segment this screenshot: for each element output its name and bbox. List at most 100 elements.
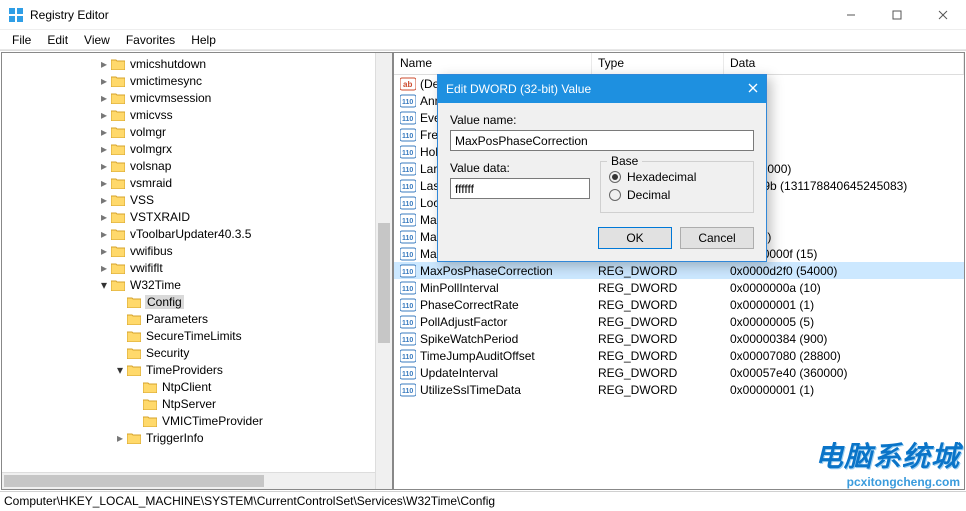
list-row[interactable]: 110MaxPosPhaseCorrectionREG_DWORD0x0000d… xyxy=(394,262,964,279)
chevron-right-icon[interactable]: ▸ xyxy=(114,431,126,445)
tree-label: vsmraid xyxy=(129,176,173,190)
menu-help[interactable]: Help xyxy=(183,31,224,49)
tree-scrollbar-h[interactable] xyxy=(2,472,375,489)
tree-node[interactable]: NtpServer xyxy=(2,395,392,412)
tree-label: vwififlt xyxy=(129,261,164,275)
chevron-right-icon[interactable]: ▸ xyxy=(98,159,110,173)
svg-text:110: 110 xyxy=(402,133,413,140)
dialog-close-icon[interactable] xyxy=(718,82,758,96)
tree-node[interactable]: ▸volmgr xyxy=(2,123,392,140)
value-data-field[interactable] xyxy=(450,178,590,199)
chevron-right-icon[interactable]: ▸ xyxy=(98,176,110,190)
tree-node[interactable]: Parameters xyxy=(2,310,392,327)
folder-icon xyxy=(126,329,142,343)
col-type[interactable]: Type xyxy=(592,53,724,74)
chevron-right-icon[interactable]: ▸ xyxy=(98,210,110,224)
tree-node[interactable]: ▸ volmgrx xyxy=(2,140,392,157)
chevron-right-icon[interactable]: ▸ xyxy=(98,261,110,275)
chevron-down-icon[interactable]: ▾ xyxy=(98,278,110,292)
list-row[interactable]: 110TimeJumpAuditOffsetREG_DWORD0x0000708… xyxy=(394,347,964,364)
tree-node[interactable]: ▸ vmicshutdown xyxy=(2,55,392,72)
tree-node[interactable]: SecureTimeLimits xyxy=(2,327,392,344)
radio-dec[interactable]: Decimal xyxy=(609,186,745,204)
tree-node[interactable]: ▸vwifibus xyxy=(2,242,392,259)
maximize-button[interactable] xyxy=(874,0,920,30)
tree-node[interactable]: ▸ vmicvmsession xyxy=(2,89,392,106)
tree-label: TimeProviders xyxy=(145,363,224,377)
list-header[interactable]: Name Type Data xyxy=(394,53,964,75)
tree-node[interactable]: ▸ vwififlt xyxy=(2,259,392,276)
tree-label: vmicvmsession xyxy=(129,91,212,105)
tree-label: Config xyxy=(145,295,184,309)
svg-text:110: 110 xyxy=(402,218,413,225)
base-groupbox: Base Hexadecimal Decimal xyxy=(600,161,754,213)
folder-icon xyxy=(142,380,158,394)
chevron-right-icon[interactable]: ▸ xyxy=(98,244,110,258)
chevron-right-icon[interactable]: ▸ xyxy=(98,91,110,105)
value-data: 0x0000d2f0 (54000) xyxy=(724,264,964,278)
menu-file[interactable]: File xyxy=(4,31,39,49)
chevron-right-icon[interactable]: ▸ xyxy=(98,57,110,71)
tree-node[interactable]: ▸vmictimesync xyxy=(2,72,392,89)
list-row[interactable]: 110UpdateIntervalREG_DWORD0x00057e40 (36… xyxy=(394,364,964,381)
value-name: TimeJumpAuditOffset xyxy=(420,349,535,363)
tree-node[interactable]: Config xyxy=(2,293,392,310)
tree-node[interactable]: ▾W32Time xyxy=(2,276,392,293)
tree-label: NtpServer xyxy=(161,397,217,411)
svg-text:110: 110 xyxy=(402,286,413,293)
tree-pane[interactable]: ▸vmicshutdown▸vmictimesync▸vmicvmsession… xyxy=(1,52,393,490)
tree-node[interactable]: ▸volsnap xyxy=(2,157,392,174)
tree-node[interactable]: ▸VSTXRAID xyxy=(2,208,392,225)
radio-hex[interactable]: Hexadecimal xyxy=(609,168,745,186)
dialog-title: Edit DWORD (32-bit) Value xyxy=(446,82,718,96)
ok-button[interactable]: OK xyxy=(598,227,672,249)
dword-value-icon: 110 xyxy=(400,93,416,109)
chevron-right-icon[interactable]: ▸ xyxy=(98,227,110,241)
value-type: REG_DWORD xyxy=(592,264,724,278)
tree-node[interactable]: ▸VSS xyxy=(2,191,392,208)
tree-node[interactable]: ▾ TimeProviders xyxy=(2,361,392,378)
tree-node[interactable]: Security xyxy=(2,344,392,361)
list-row[interactable]: 110UtilizeSslTimeDataREG_DWORD0x00000001… xyxy=(394,381,964,398)
value-name: UtilizeSslTimeData xyxy=(420,383,521,397)
svg-text:110: 110 xyxy=(402,184,413,191)
list-row[interactable]: 110PhaseCorrectRateREG_DWORD0x00000001 (… xyxy=(394,296,964,313)
cancel-button[interactable]: Cancel xyxy=(680,227,754,249)
chevron-right-icon[interactable]: ▸ xyxy=(98,74,110,88)
list-row[interactable]: 110MinPollIntervalREG_DWORD0x0000000a (1… xyxy=(394,279,964,296)
dword-value-icon: 110 xyxy=(400,229,416,245)
tree-label: vmicshutdown xyxy=(129,57,207,71)
folder-icon xyxy=(110,142,126,156)
col-data[interactable]: Data xyxy=(724,53,964,74)
tree-node[interactable]: ▸vmicvss xyxy=(2,106,392,123)
list-row[interactable]: 110SpikeWatchPeriodREG_DWORD0x00000384 (… xyxy=(394,330,964,347)
chevron-down-icon[interactable]: ▾ xyxy=(114,363,126,377)
menu-edit[interactable]: Edit xyxy=(39,31,76,49)
value-data: 0x00000005 (5) xyxy=(724,315,964,329)
value-name-field[interactable] xyxy=(450,130,754,151)
folder-icon xyxy=(110,244,126,258)
chevron-right-icon[interactable]: ▸ xyxy=(98,193,110,207)
chevron-right-icon[interactable]: ▸ xyxy=(98,108,110,122)
tree-node[interactable]: ▸ vsmraid xyxy=(2,174,392,191)
col-name[interactable]: Name xyxy=(394,53,592,74)
chevron-right-icon[interactable]: ▸ xyxy=(98,125,110,139)
tree-scrollbar-v[interactable] xyxy=(375,53,392,489)
tree-label: VMICTimeProvider xyxy=(161,414,264,428)
svg-text:110: 110 xyxy=(402,388,413,395)
folder-icon xyxy=(110,227,126,241)
tree-node[interactable]: ▸vToolbarUpdater40.3.5 xyxy=(2,225,392,242)
tree-node[interactable]: ▸TriggerInfo xyxy=(2,429,392,446)
dialog-titlebar[interactable]: Edit DWORD (32-bit) Value xyxy=(438,75,766,103)
tree-node[interactable]: NtpClient xyxy=(2,378,392,395)
close-button[interactable] xyxy=(920,0,966,30)
menu-view[interactable]: View xyxy=(76,31,118,49)
tree-label: volmgrx xyxy=(129,142,173,156)
list-row[interactable]: 110PollAdjustFactorREG_DWORD0x00000005 (… xyxy=(394,313,964,330)
menu-favorites[interactable]: Favorites xyxy=(118,31,183,49)
value-data: 0x00000001 (1) xyxy=(724,383,964,397)
folder-icon xyxy=(110,108,126,122)
chevron-right-icon[interactable]: ▸ xyxy=(98,142,110,156)
minimize-button[interactable] xyxy=(828,0,874,30)
tree-node[interactable]: VMICTimeProvider xyxy=(2,412,392,429)
